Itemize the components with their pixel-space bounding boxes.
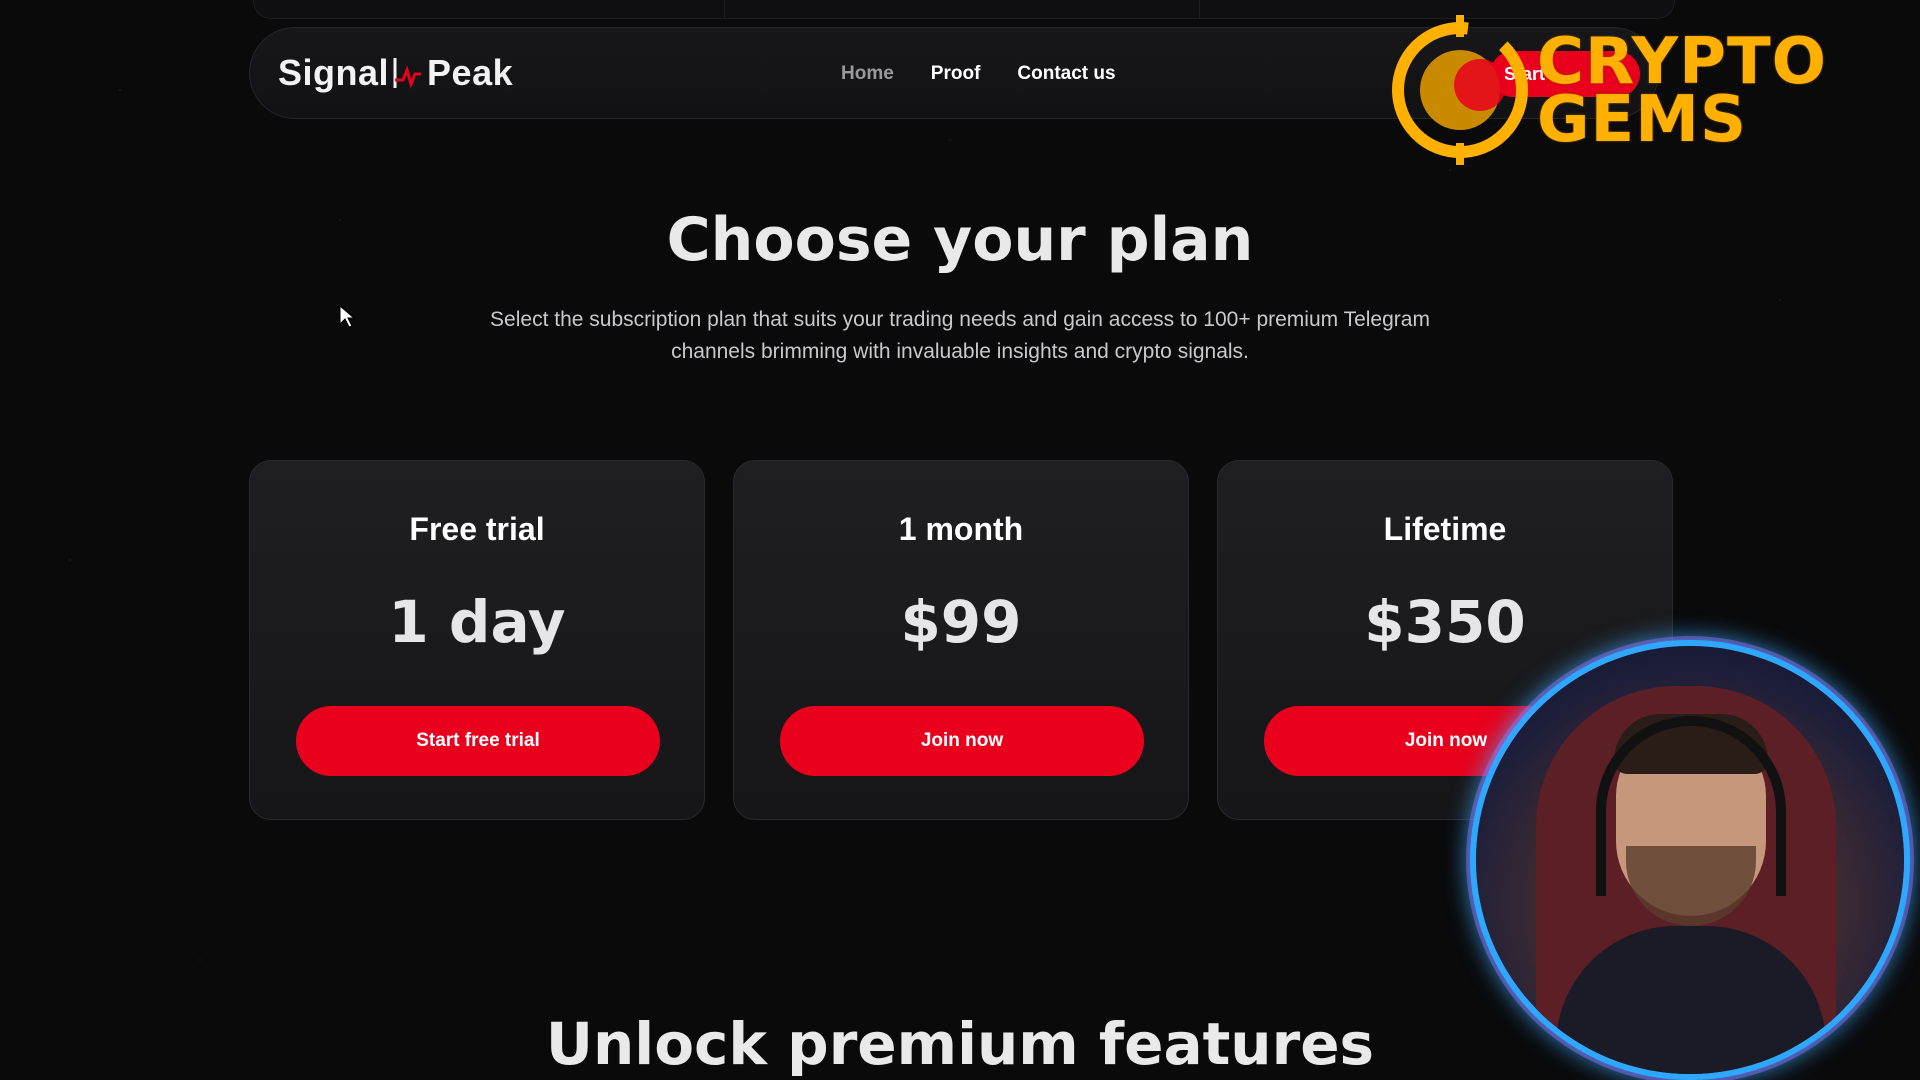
plan-name: Free trial [409, 511, 545, 547]
logo-text-signal: Signal [278, 52, 390, 93]
plan-price: 1 day [388, 588, 566, 656]
divider [724, 0, 725, 18]
plans-subtitle: Select the subscription plan that suits … [490, 308, 1430, 363]
overlay-line-2: GEMS [1537, 83, 1748, 157]
pulse-icon [393, 58, 422, 89]
plan-price: $99 [900, 588, 1022, 656]
plan-price: $350 [1364, 588, 1526, 656]
join-now-button[interactable]: Join now [780, 706, 1144, 776]
plan-card-free-trial: Free trial 1 day Start free trial [249, 460, 705, 820]
headset-icon [1596, 716, 1786, 896]
nav-link-home[interactable]: Home [841, 63, 894, 85]
plan-name: Lifetime [1383, 511, 1507, 547]
site-logo[interactable]: Signal Peak [278, 52, 513, 94]
divider [1199, 0, 1200, 18]
plan-card-1-month: 1 month $99 Join now [733, 460, 1189, 820]
plan-name: 1 month [898, 511, 1024, 547]
main-nav: Home Proof Contact us [841, 63, 1116, 85]
streamer-webcam-overlay [1476, 646, 1904, 1074]
logo-text-peak: Peak [427, 52, 514, 93]
start-free-trial-button[interactable]: Start free trial [296, 706, 660, 776]
nav-link-proof[interactable]: Proof [931, 63, 981, 85]
crypto-gems-wordmark: CRYPTO GEMS [1537, 30, 1827, 157]
mouse-cursor-icon [339, 305, 355, 328]
coin-icon [1392, 15, 1528, 165]
plans-heading: Choose your plan [666, 205, 1254, 275]
nav-link-contact[interactable]: Contact us [1017, 63, 1115, 85]
crypto-gems-overlay: CRYPTO GEMS [1385, 15, 1920, 165]
